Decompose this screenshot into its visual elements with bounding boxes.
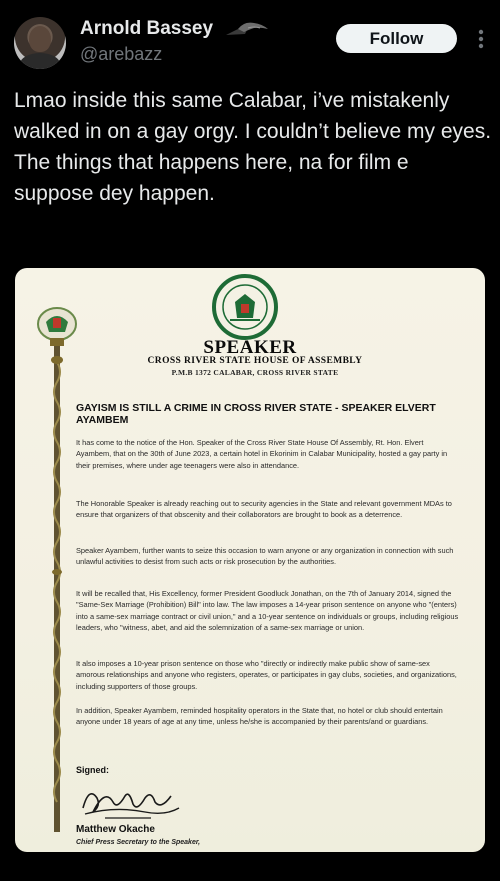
signed-label: Signed: — [76, 765, 109, 775]
tweet-header: Arnold Bassey @arebazz Follow — [0, 0, 500, 75]
avatar-face — [29, 26, 51, 52]
handwritten-signature — [82, 792, 180, 819]
tweet-text: Lmao inside this same Calabar, i’ve mist… — [14, 89, 492, 205]
signer-name: Matthew Okache — [76, 824, 155, 835]
document-paragraph: In addition, Speaker Ayambem, reminded h… — [76, 706, 443, 727]
document-paragraph: Speaker Ayambem, further wants to seize … — [76, 546, 454, 567]
tweet-media-image[interactable]: SPEAKER CROSS RIVER STATE HOUSE OF ASSEM… — [15, 268, 485, 852]
document-paragraph: The Honorable Speaker is already reachin… — [76, 499, 452, 520]
press-release-document: SPEAKER CROSS RIVER STATE HOUSE OF ASSEM… — [15, 268, 485, 852]
document-paragraph: It has come to the notice of the Hon. Sp… — [76, 438, 448, 470]
author-handle[interactable]: @arebazz — [80, 44, 162, 65]
document-headline: GAYISM IS STILL A CRIME IN CROSS RIVER S… — [76, 402, 436, 426]
follow-button[interactable]: Follow — [336, 24, 457, 53]
document-address: P.M.B 1372 CALABAR, CROSS RIVER STATE — [171, 368, 339, 377]
more-dots-icon[interactable] — [467, 24, 495, 53]
author-avatar[interactable] — [14, 17, 66, 69]
author-name[interactable]: Arnold Bassey — [80, 18, 213, 40]
avatar-shirt — [20, 53, 60, 69]
signer-role: Chief Press Secretary to the Speaker, — [76, 839, 201, 846]
document-subtitle: CROSS RIVER STATE HOUSE OF ASSEMBLY — [147, 356, 363, 366]
assembly-seal-icon — [212, 274, 278, 340]
document-paragraph: It also imposes a 10-year prison sentenc… — [76, 659, 457, 691]
bird-emoji-icon — [226, 22, 268, 35]
document-paragraph: It will be recalled that, His Excellency… — [76, 589, 459, 632]
